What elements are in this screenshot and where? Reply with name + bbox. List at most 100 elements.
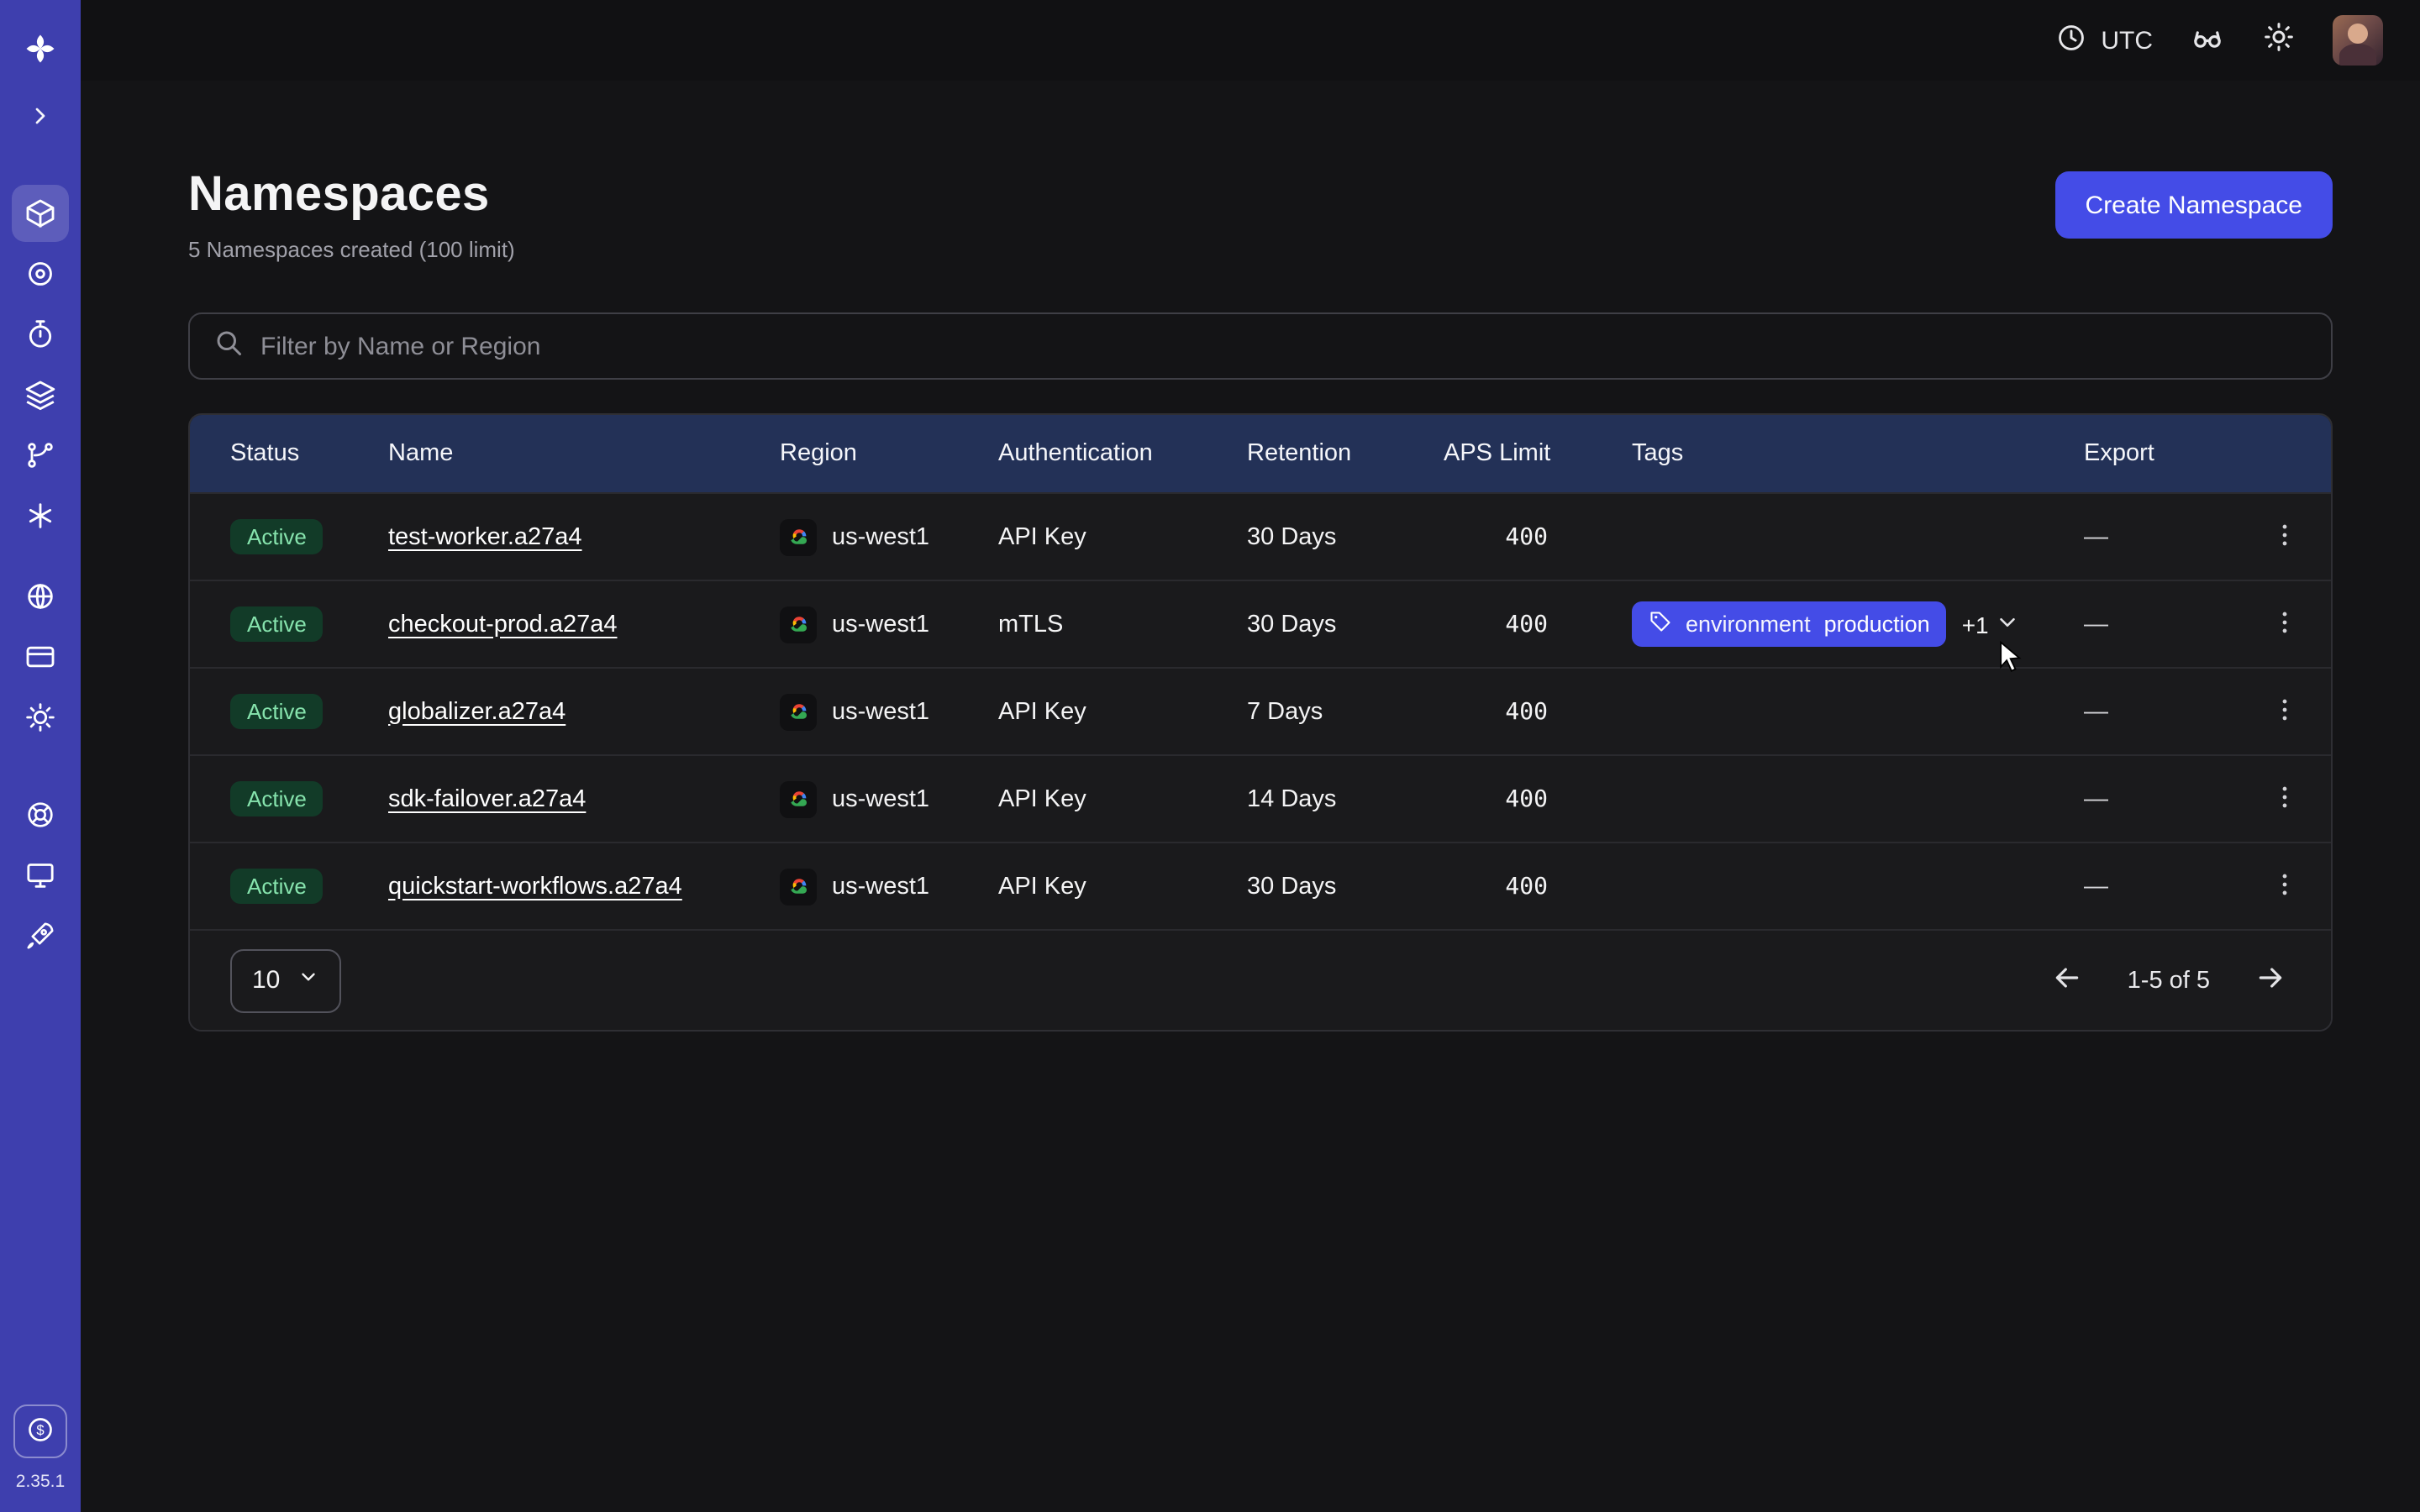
status-badge: Active — [230, 781, 324, 816]
column-header: Tags — [1632, 440, 2084, 467]
region-label: us-west1 — [832, 785, 929, 812]
aps-limit-cell: 400 — [1444, 523, 1632, 550]
cube-icon — [24, 197, 57, 230]
table-row: Active checkout-prod.a27a4 us-west1 mTLS… — [190, 580, 2331, 667]
row-menu-button[interactable] — [2255, 858, 2312, 915]
name-cell: quickstart-workflows.a27a4 — [388, 873, 780, 900]
sidebar-item-schedules[interactable] — [12, 306, 69, 363]
aps-limit-cell: 400 — [1444, 873, 1632, 900]
page-header: Namespaces 5 Namespaces created (100 lim… — [188, 168, 2333, 262]
pagination-range: 1-5 of 5 — [2128, 967, 2210, 994]
region-cell: us-west1 — [780, 868, 998, 905]
tags-expand-button[interactable] — [1996, 609, 2021, 639]
previous-page-button[interactable] — [2050, 961, 2084, 1000]
table-footer: 10 1-5 of 5 — [190, 929, 2331, 1030]
branch-icon — [24, 438, 57, 472]
retention-cell: 30 Days — [1247, 611, 1444, 638]
table-row: Active test-worker.a27a4 us-west1 API Ke… — [190, 492, 2331, 580]
sidebar-nav-primary — [12, 185, 69, 544]
sidebar-item-settings[interactable] — [12, 689, 69, 746]
status-badge: Active — [230, 869, 324, 904]
namespace-link[interactable]: test-worker.a27a4 — [388, 523, 582, 550]
sidebar-nav-account — [12, 568, 69, 746]
page-subtitle: 5 Namespaces created (100 limit) — [188, 237, 515, 262]
authentication-cell: API Key — [998, 873, 1247, 900]
row-menu-button[interactable] — [2255, 770, 2312, 827]
row-menu-button[interactable] — [2255, 596, 2312, 653]
retention-cell: 30 Days — [1247, 873, 1444, 900]
page-content: Namespaces 5 Namespaces created (100 lim… — [81, 81, 2420, 1512]
authentication-cell: API Key — [998, 698, 1247, 725]
timezone-selector[interactable]: UTC — [2055, 21, 2153, 60]
arrow-left-icon — [2050, 961, 2084, 1000]
export-cell: — — [2084, 698, 2252, 725]
column-header: Export — [2084, 440, 2252, 467]
sidebar-item-feedback[interactable] — [12, 847, 69, 904]
status-badge: Active — [230, 694, 324, 729]
sidebar-item-support[interactable] — [12, 786, 69, 843]
next-page-button[interactable] — [2254, 961, 2287, 1000]
name-cell: checkout-prod.a27a4 — [388, 611, 780, 638]
clock-icon — [2055, 21, 2087, 60]
monitor-icon — [24, 858, 57, 892]
row-actions-cell — [2252, 858, 2331, 915]
name-cell: sdk-failover.a27a4 — [388, 785, 780, 812]
sidebar-item-workflows[interactable] — [12, 427, 69, 484]
column-header: Region — [780, 440, 998, 467]
row-actions-cell — [2252, 508, 2331, 565]
export-value: — — [2084, 523, 2108, 550]
chevron-down-icon — [1996, 609, 2021, 639]
sidebar: $ 2.35.1 — [0, 0, 81, 1512]
table-header-row: StatusNameRegionAuthenticationRetentionA… — [190, 415, 2331, 492]
retention-cell: 14 Days — [1247, 785, 1444, 812]
row-actions-cell — [2252, 770, 2331, 827]
kebab-icon — [2270, 695, 2298, 728]
sidebar-item-namespaces[interactable] — [12, 185, 69, 242]
namespace-link[interactable]: quickstart-workflows.a27a4 — [388, 873, 682, 900]
export-value: — — [2084, 611, 2108, 638]
tag-pill[interactable]: environment production — [1632, 601, 1947, 647]
status-cell: Active — [230, 869, 388, 904]
sidebar-item-usage[interactable]: $ — [13, 1404, 67, 1458]
sidebar-item-get-started[interactable] — [12, 907, 69, 964]
filter-input[interactable] — [260, 332, 2307, 360]
page-size-select[interactable]: 10 — [230, 948, 340, 1012]
namespace-link[interactable]: sdk-failover.a27a4 — [388, 785, 586, 812]
sidebar-item-regions[interactable] — [12, 568, 69, 625]
sun-icon — [2262, 20, 2296, 60]
status-cell: Active — [230, 519, 388, 554]
chevron-down-icon — [297, 966, 318, 995]
globe-icon — [24, 580, 57, 613]
sidebar-nav-help — [12, 786, 69, 964]
theme-toggle[interactable] — [2262, 20, 2296, 60]
create-namespace-button[interactable]: Create Namespace — [2055, 171, 2333, 239]
row-menu-button[interactable] — [2255, 683, 2312, 740]
search-icon — [213, 327, 244, 365]
layers-icon — [24, 378, 57, 412]
status-cell: Active — [230, 694, 388, 729]
stopwatch-icon — [24, 318, 57, 351]
app-window: $ 2.35.1 UTC Namespaces 5 Namespaces cre… — [0, 0, 2420, 1512]
namespace-link[interactable]: checkout-prod.a27a4 — [388, 611, 618, 638]
status-cell: Active — [230, 606, 388, 642]
kebab-icon — [2270, 607, 2298, 641]
tag-overflow-count: +1 — [1962, 611, 1989, 638]
row-menu-button[interactable] — [2255, 508, 2312, 565]
app-logo[interactable] — [12, 20, 69, 77]
region-label: us-west1 — [832, 698, 929, 725]
sidebar-item-batch[interactable] — [12, 487, 69, 544]
gcp-logo-icon — [780, 518, 817, 555]
sidebar-item-nexus[interactable] — [12, 245, 69, 302]
region-label: us-west1 — [832, 873, 929, 900]
sidebar-expand-button[interactable] — [12, 87, 69, 144]
sidebar-item-billing[interactable] — [12, 628, 69, 685]
sidebar-item-deployments[interactable] — [12, 366, 69, 423]
accessibility-toggle[interactable] — [2190, 19, 2225, 61]
dollar-circle-icon: $ — [24, 1412, 57, 1451]
tags-cell: environment production +1 — [1632, 601, 2084, 647]
export-cell: — — [2084, 611, 2252, 638]
svg-text:$: $ — [36, 1421, 44, 1437]
user-avatar[interactable] — [2333, 15, 2383, 66]
namespace-link[interactable]: globalizer.a27a4 — [388, 698, 566, 725]
page-size-value: 10 — [252, 966, 280, 995]
